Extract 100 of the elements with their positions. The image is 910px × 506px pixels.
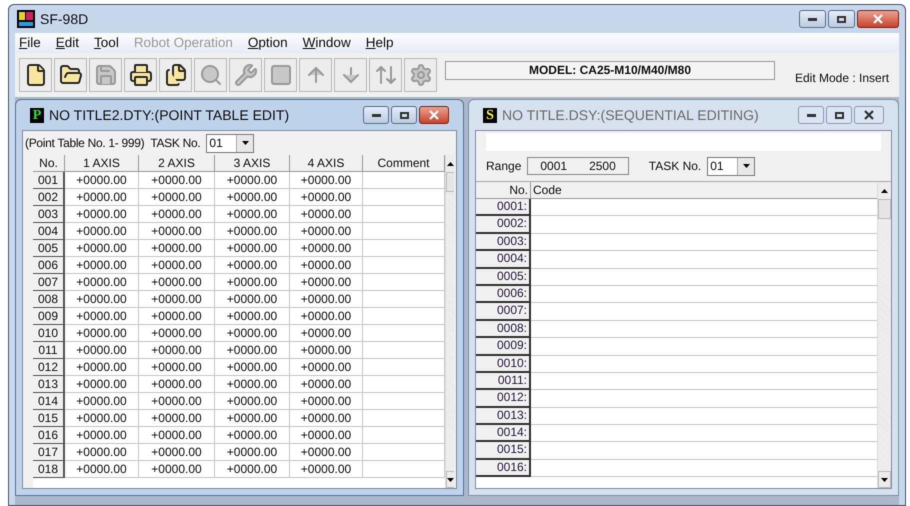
table-cell: +0000.00 <box>290 444 363 461</box>
row-number: 016 <box>33 427 65 444</box>
caret-icon <box>742 164 750 168</box>
menu-item[interactable]: Option <box>248 32 288 54</box>
line-number: 0007: <box>476 303 531 321</box>
table-cell: +0000.00 <box>139 291 215 308</box>
scroll-up-icon <box>881 188 888 192</box>
folder-icon <box>58 63 82 87</box>
table-cell: +0000.00 <box>139 240 215 257</box>
column-header[interactable]: 3 AXIS <box>215 155 290 172</box>
maximize-button[interactable] <box>391 106 417 124</box>
column-header[interactable]: 1 AXIS <box>65 155 139 172</box>
column-header[interactable]: 4 AXIS <box>290 155 363 172</box>
scrollbar[interactable] <box>877 182 891 488</box>
column-header[interactable]: No. <box>33 155 65 172</box>
table-cell: +0000.00 <box>139 223 215 240</box>
minimize-icon <box>808 18 817 20</box>
minimize-button[interactable] <box>798 106 824 124</box>
table-cell: +0000.00 <box>215 172 290 189</box>
task-dropdown[interactable]: 01 <box>707 156 756 176</box>
table-cell: +0000.00 <box>215 461 290 478</box>
column-header[interactable]: Comment <box>363 155 445 172</box>
table-cell: +0000.00 <box>215 410 290 427</box>
scroll-down-icon <box>881 478 888 482</box>
column-header[interactable]: No. <box>476 182 531 199</box>
toolbar-button[interactable] <box>159 58 192 92</box>
table-cell: +0000.00 <box>65 172 139 189</box>
menu-item[interactable]: File <box>19 32 41 54</box>
column-header[interactable]: Code <box>531 182 877 199</box>
model-field: MODEL: CA25-M10/M40/M80 <box>445 60 775 80</box>
table-cell: +0000.00 <box>139 274 215 291</box>
maximize-button[interactable] <box>828 10 855 28</box>
table-cell: +0000.00 <box>65 223 139 240</box>
scroll-down-icon <box>447 478 454 482</box>
menu-item[interactable]: Edit <box>56 32 80 54</box>
caret-icon <box>242 141 249 145</box>
table-cell: +0000.00 <box>65 410 139 427</box>
table-cell: +0000.00 <box>290 359 363 376</box>
scroll-thumb[interactable] <box>878 199 891 219</box>
row-number: 010 <box>33 325 65 342</box>
table-cell: +0000.00 <box>139 393 215 410</box>
line-number: 0015: <box>476 442 531 460</box>
table-cell: +0000.00 <box>290 427 363 444</box>
minimize-button[interactable] <box>363 106 389 124</box>
settings-icon <box>408 63 432 87</box>
table-cell: +0000.00 <box>290 291 363 308</box>
maximize-button[interactable] <box>826 106 852 124</box>
table-cell: +0000.00 <box>65 359 139 376</box>
table-cell: +0000.00 <box>290 461 363 478</box>
scrollbar[interactable] <box>445 155 454 488</box>
close-icon <box>864 110 874 120</box>
table-cell: +0000.00 <box>139 325 215 342</box>
minimize-button[interactable] <box>799 10 826 28</box>
scroll-up-icon <box>447 162 454 166</box>
close-button[interactable] <box>419 106 449 124</box>
table-cell: +0000.00 <box>290 223 363 240</box>
close-button[interactable] <box>854 106 884 124</box>
line-number: 0006: <box>476 286 531 304</box>
table-cell: +0000.00 <box>65 461 139 478</box>
table-cell: +0000.00 <box>215 206 290 223</box>
table-cell: +0000.00 <box>290 410 363 427</box>
toolbar-button[interactable] <box>19 58 52 92</box>
range-label: Range <box>486 158 522 175</box>
row-number: 005 <box>33 240 65 257</box>
menu-item[interactable]: Help <box>366 32 394 54</box>
line-number: 0008: <box>476 320 531 338</box>
table-cell: +0000.00 <box>65 325 139 342</box>
menu-item[interactable]: Window <box>302 32 351 54</box>
table-cell: +0000.00 <box>139 189 215 206</box>
table-cell: +0000.00 <box>215 223 290 240</box>
line-number: 0004: <box>476 251 531 269</box>
row-number: 011 <box>33 342 65 359</box>
line-number: 0013: <box>476 408 531 426</box>
line-number: 0014: <box>476 425 531 442</box>
toolbar-button[interactable] <box>54 58 87 92</box>
table-cell: +0000.00 <box>139 359 215 376</box>
table-cell: +0000.00 <box>65 342 139 359</box>
scroll-thumb[interactable] <box>446 172 454 192</box>
task-dropdown[interactable]: 01 <box>206 134 254 152</box>
table-cell: +0000.00 <box>215 274 290 291</box>
table-cell: +0000.00 <box>215 189 290 206</box>
menu-item[interactable]: Tool <box>94 32 119 54</box>
row-number: 018 <box>33 461 65 478</box>
table-cell: +0000.00 <box>290 189 363 206</box>
close-icon <box>873 14 883 24</box>
table-cell: +0000.00 <box>215 376 290 393</box>
range-start: 0001 <box>540 158 568 175</box>
column-header[interactable]: 2 AXIS <box>139 155 215 172</box>
table-cell: +0000.00 <box>215 257 290 274</box>
table-cell: +0000.00 <box>290 206 363 223</box>
line-number: 0009: <box>476 338 531 356</box>
table-cell: +0000.00 <box>290 257 363 274</box>
table-cell: +0000.00 <box>290 172 363 189</box>
row-number: 002 <box>33 189 65 206</box>
table-cell: +0000.00 <box>139 410 215 427</box>
line-number: 0002: <box>476 216 531 234</box>
up-down-arrow-icon <box>374 63 398 87</box>
range-note: (Point Table No. 1- 999) <box>25 135 144 152</box>
toolbar-button[interactable] <box>124 58 157 92</box>
close-button[interactable] <box>857 10 899 28</box>
